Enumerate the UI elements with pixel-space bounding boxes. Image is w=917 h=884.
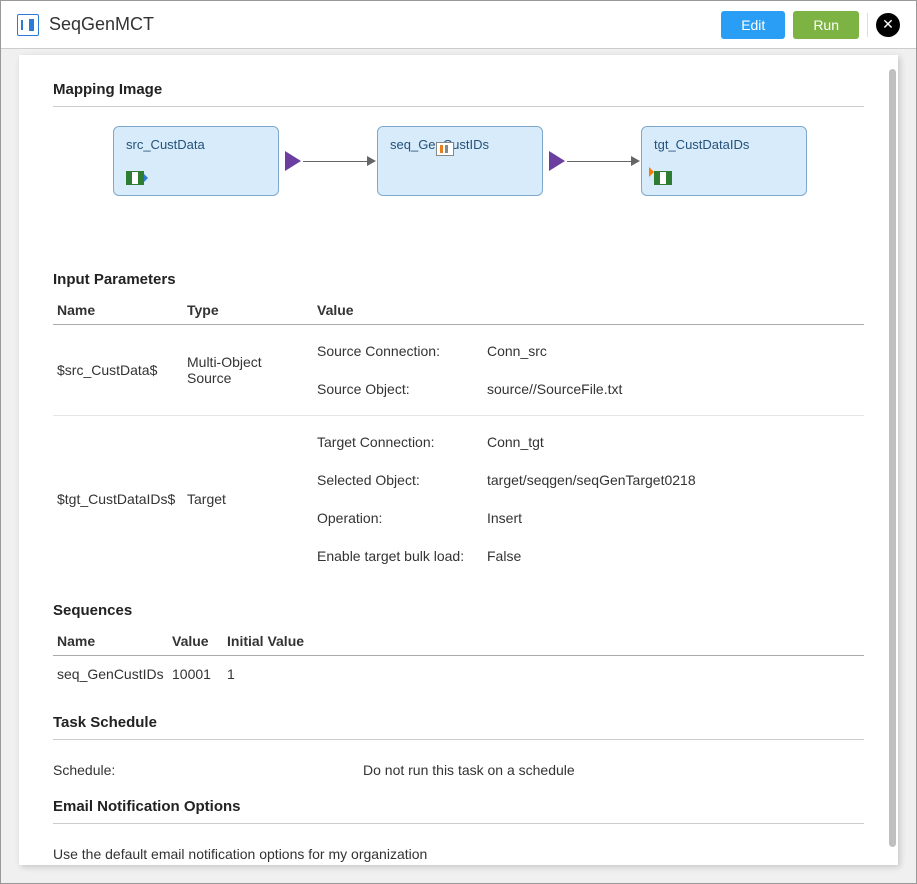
header-bar: SeqGenMCT Edit Run ✕ [1, 1, 916, 49]
node-sequence-label: seq_GenCustIDs [390, 137, 530, 152]
param-type: Target [183, 416, 313, 583]
edit-button[interactable]: Edit [721, 11, 785, 39]
content-card: Mapping Image src_CustData seq_GenCustID… [19, 55, 898, 865]
col-name: Name [53, 296, 183, 325]
section-sequences-title: Sequences [53, 602, 864, 619]
section-mapping-title: Mapping Image [53, 81, 864, 98]
node-source-label: src_CustData [126, 137, 266, 152]
input-parameters-table: Name Type Value $src_CustData$ Multi-Obj… [53, 296, 864, 582]
divider [53, 823, 864, 824]
source-table-icon [126, 171, 144, 185]
connector-line [567, 161, 631, 162]
col-value: Value [313, 296, 864, 325]
node-target-label: tgt_CustDataIDs [654, 137, 794, 152]
table-row: seq_GenCustIDs 10001 1 [53, 656, 864, 693]
param-type: Multi-Object Source [183, 325, 313, 416]
section-email-title: Email Notification Options [53, 798, 864, 815]
col-value: Value [168, 627, 223, 656]
section-schedule-title: Task Schedule [53, 714, 864, 731]
arrow-icon [367, 156, 376, 166]
kv-key: Operation: [317, 510, 477, 526]
email-text: Use the default email notification optio… [53, 838, 864, 862]
schedule-label: Schedule: [53, 762, 363, 778]
close-button[interactable]: ✕ [876, 13, 900, 37]
edit-button-label: Edit [741, 17, 765, 33]
header-divider [867, 13, 868, 37]
node-source[interactable]: src_CustData [113, 126, 279, 196]
play-icon [285, 151, 301, 171]
kv-val: False [487, 548, 860, 564]
col-initial: Initial Value [223, 627, 864, 656]
param-values: Target Connection: Conn_tgt Selected Obj… [317, 424, 860, 574]
scrollbar[interactable] [889, 69, 896, 847]
kv-key: Source Connection: [317, 343, 477, 359]
table-row: $src_CustData$ Multi-Object Source Sourc… [53, 325, 864, 416]
kv-val: target/seqgen/seqGenTarget0218 [487, 472, 860, 488]
arrow-icon [631, 156, 640, 166]
node-target[interactable]: tgt_CustDataIDs [641, 126, 807, 196]
seq-initial: 1 [223, 656, 864, 693]
sequences-table: Name Value Initial Value seq_GenCustIDs … [53, 627, 864, 692]
run-button[interactable]: Run [793, 11, 859, 39]
divider [53, 739, 864, 740]
section-input-params-title: Input Parameters [53, 271, 864, 288]
param-values: Source Connection: Conn_src Source Objec… [317, 333, 860, 407]
seq-value: 10001 [168, 656, 223, 693]
target-table-icon [654, 171, 672, 185]
kv-val: Conn_tgt [487, 434, 860, 450]
divider [53, 106, 864, 107]
sequence-icon [436, 142, 454, 156]
kv-val: Insert [487, 510, 860, 526]
page-title: SeqGenMCT [49, 14, 154, 35]
node-sequence[interactable]: seq_GenCustIDs [377, 126, 543, 196]
table-row: $tgt_CustDataIDs$ Target Target Connecti… [53, 416, 864, 583]
param-name: $tgt_CustDataIDs$ [53, 416, 183, 583]
kv-key: Selected Object: [317, 472, 477, 488]
run-button-label: Run [813, 17, 839, 33]
mapping-task-icon [17, 14, 39, 36]
col-name: Name [53, 627, 168, 656]
schedule-value: Do not run this task on a schedule [363, 762, 575, 778]
kv-key: Target Connection: [317, 434, 477, 450]
param-name: $src_CustData$ [53, 325, 183, 416]
kv-val: source//SourceFile.txt [487, 381, 860, 397]
kv-key: Source Object: [317, 381, 477, 397]
seq-name: seq_GenCustIDs [53, 656, 168, 693]
play-icon [549, 151, 565, 171]
connector-line [303, 161, 367, 162]
kv-val: Conn_src [487, 343, 860, 359]
schedule-row: Schedule: Do not run this task on a sche… [53, 754, 864, 778]
kv-key: Enable target bulk load: [317, 548, 477, 564]
mapping-diagram: src_CustData seq_GenCustIDs tgt_CustData… [53, 121, 864, 241]
col-type: Type [183, 296, 313, 325]
